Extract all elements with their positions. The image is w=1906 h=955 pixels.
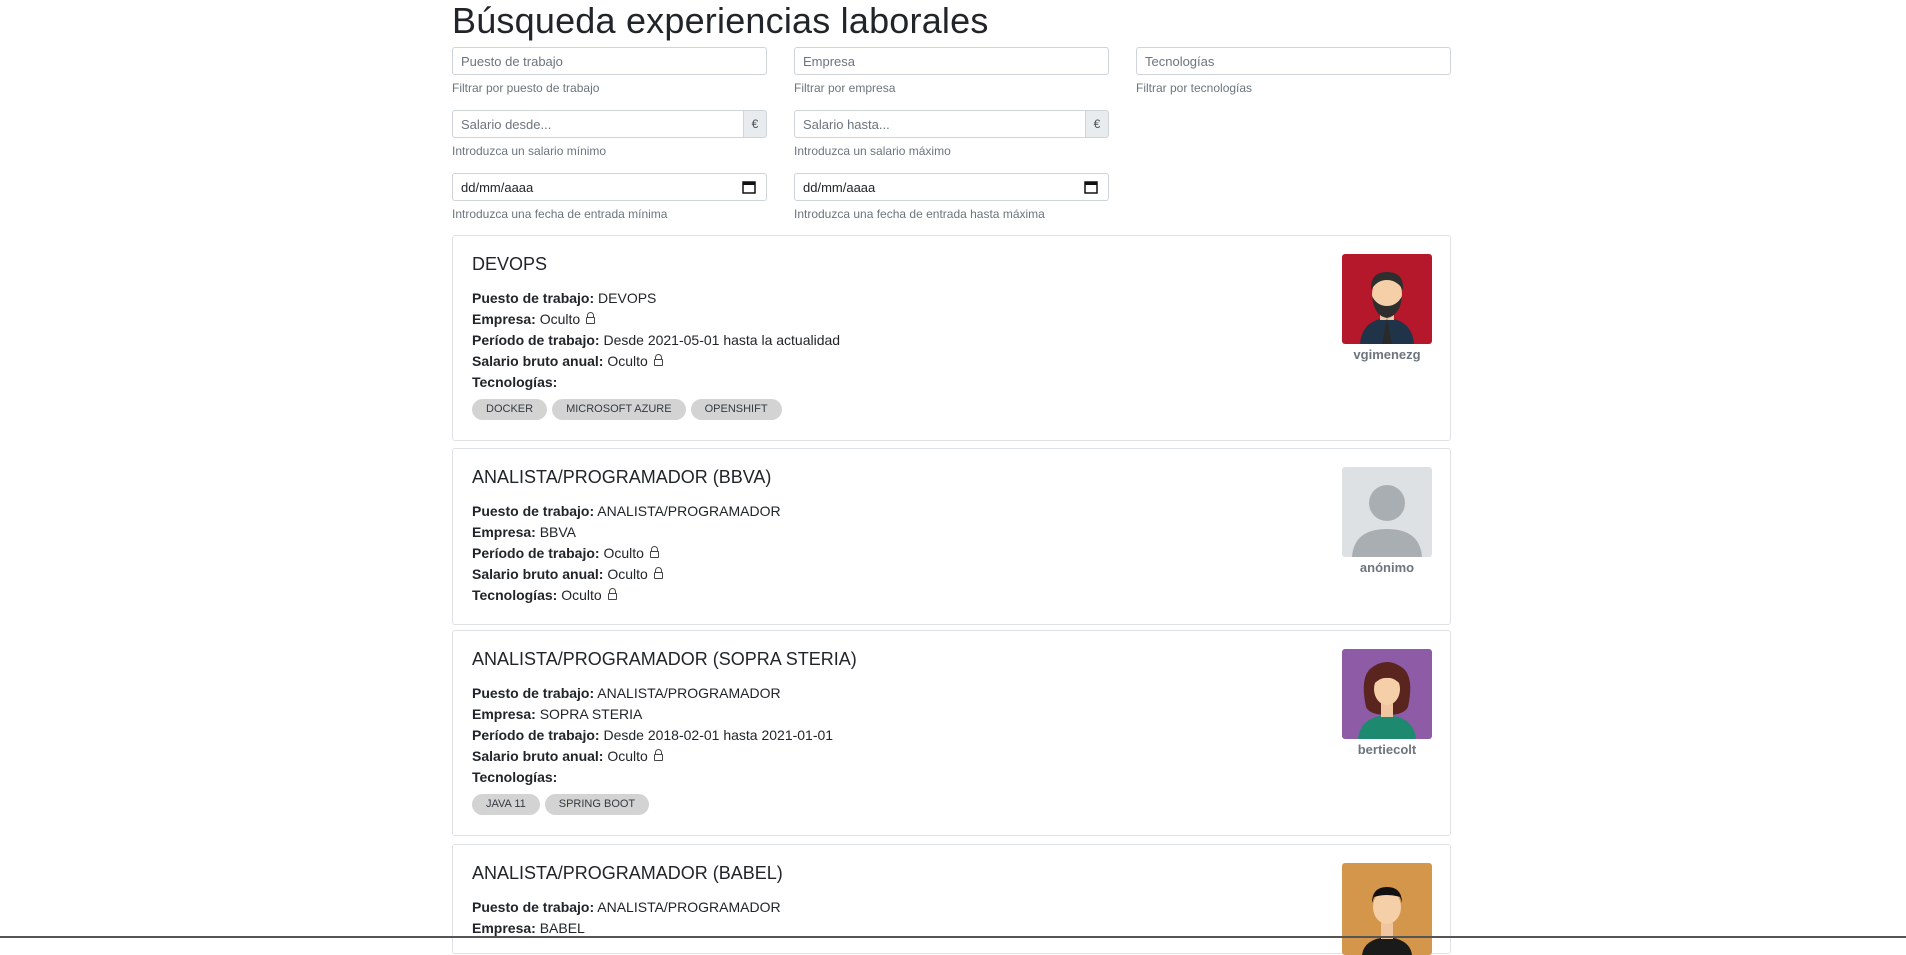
fecha-hasta-value: dd/mm/aaaa (803, 179, 876, 195)
salario-value: Oculto (607, 566, 648, 582)
empresa-value: BBVA (539, 524, 577, 540)
tecnologias-label: Tecnologías: (472, 587, 558, 603)
empresa-label: Empresa: (472, 524, 536, 540)
filter-fecha-desde: dd/mm/aaaa Introduzca una fecha de entra… (452, 173, 767, 221)
puesto-help: Filtrar por puesto de trabajo (452, 81, 600, 95)
salario-label: Salario bruto anual: (472, 566, 604, 582)
curly-hair-woman-avatar-icon (1342, 649, 1432, 739)
periodo-value: Desde 2018-02-01 hasta 2021-01-01 (603, 727, 834, 743)
tech-tags: JAVA 11 SPRING BOOT (472, 794, 833, 815)
tecnologias-input[interactable] (1136, 47, 1451, 75)
periodo-label: Período de trabajo: (472, 545, 600, 561)
username: vgimenezg (1353, 347, 1421, 362)
empresa-value: SOPRA STERIA (539, 706, 643, 722)
empresa-label: Empresa: (472, 920, 536, 936)
salario-hasta-input[interactable] (794, 110, 1086, 138)
card-title: ANALISTA/PROGRAMADOR (SOPRA STERIA) (472, 649, 857, 669)
puesto-label: Puesto de trabajo: (472, 685, 595, 701)
fecha-desde-value: dd/mm/aaaa (461, 179, 534, 195)
fecha-hasta-input[interactable]: dd/mm/aaaa (794, 173, 1109, 201)
tech-tag: JAVA 11 (472, 794, 540, 815)
filters-form: Filtrar por puesto de trabajo Filtrar po… (452, 47, 1451, 236)
tech-tag: DOCKER (472, 399, 548, 420)
user-avatar[interactable]: vgimenezg (1342, 254, 1432, 362)
periodo-label: Período de trabajo: (472, 332, 600, 348)
fecha-hasta-help: Introduzca una fecha de entrada hasta má… (794, 207, 1045, 221)
tecnologias-label: Tecnologías: (472, 769, 558, 785)
bearded-man-avatar-icon (1342, 254, 1432, 344)
filters-row-2: € Introduzca un salario mínimo € Introdu… (452, 110, 1451, 173)
empresa-value: BABEL (539, 920, 585, 936)
page-title: Búsqueda experiencias laborales (452, 0, 989, 41)
filter-tecnologias: Filtrar por tecnologías (1136, 47, 1451, 95)
periodo-value: Desde 2021-05-01 hasta la actualidad (603, 332, 841, 348)
tecnologias-value: Oculto (561, 587, 602, 603)
empresa-input[interactable] (794, 47, 1109, 75)
filter-fecha-hasta: dd/mm/aaaa Introduzca una fecha de entra… (794, 173, 1109, 221)
salario-value: Oculto (607, 353, 648, 369)
filters-row-3: dd/mm/aaaa Introduzca una fecha de entra… (452, 173, 1451, 236)
card-title: ANALISTA/PROGRAMADOR (BABEL) (472, 863, 783, 883)
user-avatar[interactable]: bertiecolt (1342, 649, 1432, 757)
empresa-help: Filtrar por empresa (794, 81, 896, 95)
puesto-label: Puesto de trabajo: (472, 503, 595, 519)
user-avatar[interactable]: anónimo (1342, 467, 1432, 575)
card-fields: Puesto de trabajo: DEVOPS Empresa: Ocult… (472, 288, 840, 420)
puesto-value: ANALISTA/PROGRAMADOR (597, 685, 781, 701)
user-avatar[interactable] (1342, 863, 1432, 955)
card-title: DEVOPS (472, 254, 548, 274)
tecnologias-label: Tecnologías: (472, 374, 558, 390)
experience-card[interactable]: DEVOPS Puesto de trabajo: DEVOPS Empresa… (452, 235, 1451, 441)
lock-icon (653, 567, 663, 579)
puesto-value: ANALISTA/PROGRAMADOR (597, 899, 781, 915)
experience-card[interactable]: ANALISTA/PROGRAMADOR (BBVA) Puesto de tr… (452, 448, 1451, 625)
calendar-icon[interactable] (1084, 180, 1098, 194)
experience-card[interactable]: ANALISTA/PROGRAMADOR (SOPRA STERIA) Pues… (452, 630, 1451, 836)
tech-tags: DOCKER MICROSOFT AZURE OPENSHIFT (472, 399, 840, 420)
puesto-label: Puesto de trabajo: (472, 899, 595, 915)
salario-hasta-help: Introduzca un salario máximo (794, 144, 951, 158)
lock-icon (649, 546, 659, 558)
lock-icon (586, 312, 596, 324)
anonymous-user-avatar-icon (1342, 467, 1432, 557)
card-title: ANALISTA/PROGRAMADOR (BBVA) (472, 467, 772, 487)
empresa-label: Empresa: (472, 311, 536, 327)
lock-icon (653, 354, 663, 366)
salario-desde-input[interactable] (452, 110, 744, 138)
fecha-desde-input[interactable]: dd/mm/aaaa (452, 173, 767, 201)
fecha-desde-help: Introduzca una fecha de entrada mínima (452, 207, 668, 221)
card-fields: Puesto de trabajo: ANALISTA/PROGRAMADOR … (472, 683, 833, 815)
salario-label: Salario bruto anual: (472, 748, 604, 764)
calendar-icon[interactable] (742, 180, 756, 194)
tecnologias-help: Filtrar por tecnologías (1136, 81, 1253, 95)
filter-empresa: Filtrar por empresa (794, 47, 1109, 95)
euro-addon: € (744, 110, 767, 138)
tech-tag: OPENSHIFT (690, 399, 782, 420)
empresa-value: Oculto (539, 311, 581, 327)
salario-desde-help: Introduzca un salario mínimo (452, 144, 607, 158)
username: bertiecolt (1357, 742, 1417, 757)
puesto-value: ANALISTA/PROGRAMADOR (597, 503, 781, 519)
puesto-value: DEVOPS (598, 290, 657, 306)
lock-icon (607, 588, 617, 600)
filter-salario-desde: € Introduzca un salario mínimo (452, 110, 767, 158)
filters-row-1: Filtrar por puesto de trabajo Filtrar po… (452, 47, 1451, 110)
card-fields: Puesto de trabajo: ANALISTA/PROGRAMADOR … (472, 897, 781, 939)
filter-puesto: Filtrar por puesto de trabajo (452, 47, 767, 95)
filter-salario-hasta: € Introduzca un salario máximo (794, 110, 1109, 158)
periodo-value: Oculto (603, 545, 644, 561)
salario-label: Salario bruto anual: (472, 353, 604, 369)
euro-addon: € (1086, 110, 1109, 138)
lock-icon (653, 749, 663, 761)
puesto-input[interactable] (452, 47, 767, 75)
man-avatar-icon (1342, 863, 1432, 955)
tech-tag: MICROSOFT AZURE (552, 399, 686, 420)
salario-value: Oculto (607, 748, 648, 764)
card-fields: Puesto de trabajo: ANALISTA/PROGRAMADOR … (472, 501, 781, 606)
periodo-label: Período de trabajo: (472, 727, 600, 743)
empresa-label: Empresa: (472, 706, 536, 722)
tech-tag: SPRING BOOT (544, 794, 650, 815)
username: anónimo (1359, 560, 1415, 575)
puesto-label: Puesto de trabajo: (472, 290, 595, 306)
